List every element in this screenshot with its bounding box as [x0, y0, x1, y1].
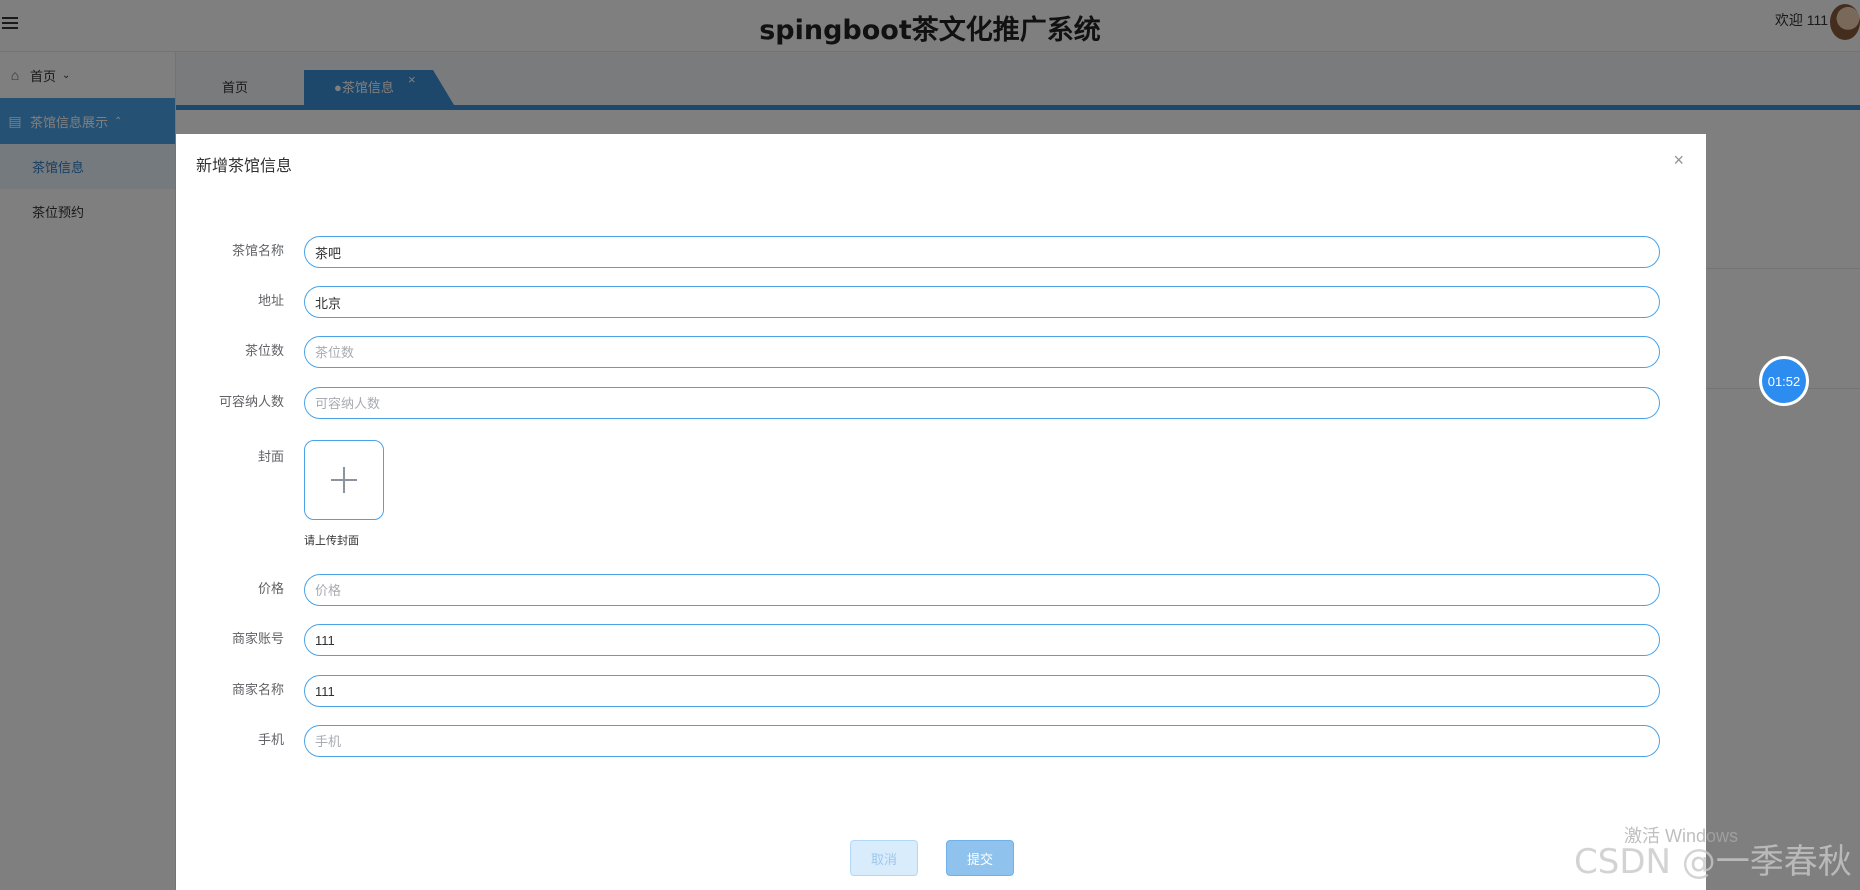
form-row-capacity: 可容纳人数 — [176, 387, 1706, 421]
upload-tip: 请上传封面 — [304, 535, 359, 547]
form-row-merchant-name: 商家名称 — [176, 675, 1706, 709]
price-input[interactable] — [304, 574, 1660, 606]
merchant-account-input[interactable] — [304, 624, 1660, 656]
name-input[interactable] — [304, 236, 1660, 268]
form-row-price: 价格 — [176, 574, 1706, 608]
plus-icon — [331, 467, 357, 493]
merchant-account-label: 商家账号 — [231, 631, 284, 646]
phone-input[interactable] — [304, 725, 1660, 757]
capacity-input[interactable] — [304, 387, 1660, 419]
seats-label: 茶位数 — [244, 343, 284, 358]
address-input[interactable] — [304, 286, 1660, 318]
form-row-name: 茶馆名称 — [176, 236, 1706, 270]
cover-label: 封面 — [257, 449, 284, 464]
price-label: 价格 — [257, 581, 284, 596]
merchant-name-input[interactable] — [304, 675, 1660, 707]
capacity-label: 可容纳人数 — [218, 394, 284, 409]
merchant-name-label: 商家名称 — [231, 682, 284, 697]
phone-label: 手机 — [257, 732, 284, 747]
add-teahouse-dialog: 新增茶馆信息 × 茶馆名称 地址 茶位数 可容纳人数 封面 请上传封面 价格 商… — [176, 134, 1706, 890]
dialog-title: 新增茶馆信息 — [196, 158, 293, 175]
seats-input[interactable] — [304, 336, 1660, 368]
form-row-merchant-account: 商家账号 — [176, 624, 1706, 658]
cancel-button[interactable]: 取消 — [850, 840, 918, 876]
submit-button[interactable]: 提交 — [946, 840, 1014, 876]
close-icon[interactable]: × — [1673, 150, 1684, 171]
cover-upload-button[interactable] — [304, 440, 384, 520]
address-label: 地址 — [257, 293, 284, 308]
form-row-phone: 手机 — [176, 725, 1706, 759]
form-row-cover: 封面 — [176, 442, 1706, 476]
form-row-address: 地址 — [176, 286, 1706, 320]
form-row-seats: 茶位数 — [176, 336, 1706, 370]
csdn-watermark: CSDN @一季春秋 — [1574, 842, 1852, 882]
timer-badge[interactable]: 01:52 — [1759, 356, 1809, 406]
name-label: 茶馆名称 — [231, 243, 284, 258]
